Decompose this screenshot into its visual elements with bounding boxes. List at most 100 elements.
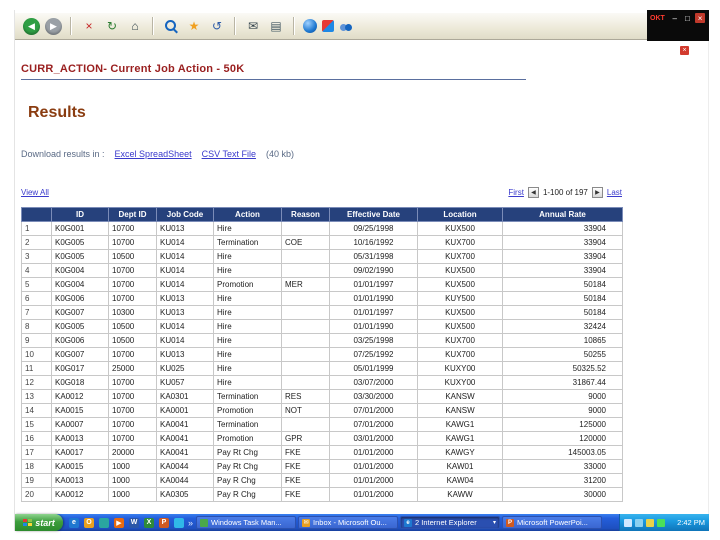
- cell-rate: 50184: [502, 305, 623, 320]
- row-number: 13: [21, 389, 52, 404]
- outlook-icon[interactable]: O: [84, 517, 94, 528]
- table-controls: View All First ◀ 1-100 of 197 ▶ Last: [21, 187, 622, 198]
- cell-date: 03/25/1998: [329, 333, 418, 348]
- row-number: 1: [21, 221, 52, 236]
- cell-reason: [281, 417, 330, 432]
- next-page-button[interactable]: ▶: [591, 187, 603, 198]
- last-page-link[interactable]: Last: [607, 188, 622, 197]
- cell-rate: 10865: [502, 333, 623, 348]
- print-icon[interactable]: ▤: [267, 17, 285, 35]
- red-close-icon[interactable]: ×: [680, 46, 689, 55]
- table-row: 19 KA0013 1000 KA0044 Pay R Chg FKE 01/01/2000…: [21, 473, 623, 488]
- row-number: 20: [21, 487, 52, 502]
- cell-id: K0G007: [51, 347, 109, 362]
- powerpoint-icon[interactable]: P: [159, 517, 169, 528]
- column-header-effective-date[interactable]: Effective Date: [329, 207, 418, 222]
- row-number: 8: [21, 319, 52, 334]
- media-player-icon[interactable]: ▶: [114, 517, 124, 528]
- history-icon[interactable]: ↺: [208, 17, 226, 35]
- restore-button[interactable]: □: [683, 13, 693, 23]
- cell-date: 01/01/1990: [329, 291, 418, 306]
- cell-reason: FKE: [281, 487, 330, 502]
- taskbar-button-2-internet-explorer[interactable]: e2 Internet Explorer ▾: [400, 516, 501, 529]
- home-icon[interactable]: ⌂: [126, 17, 144, 35]
- messenger-icon[interactable]: [322, 20, 334, 32]
- mail-icon[interactable]: ✉: [244, 17, 262, 35]
- refresh-icon[interactable]: ↻: [103, 17, 121, 35]
- cell-loc: KAWW: [417, 487, 503, 502]
- cell-job: KA0001: [156, 403, 214, 418]
- close-button[interactable]: ×: [695, 13, 705, 23]
- volume-icon[interactable]: [624, 518, 632, 527]
- cell-date: 03/01/2000: [329, 431, 418, 446]
- title-underline: [21, 79, 526, 80]
- row-number: 10: [21, 347, 52, 362]
- table-row: 20 KA0012 1000 KA0305 Pay R Chg FKE 01/01/2000…: [21, 487, 623, 502]
- favorites-icon[interactable]: ★: [185, 17, 203, 35]
- msn-icon[interactable]: [174, 517, 184, 528]
- messenger-tray-icon[interactable]: [657, 518, 665, 527]
- back-button[interactable]: ◀: [23, 17, 40, 35]
- view-all-link[interactable]: View All: [21, 188, 49, 197]
- cell-reason: [281, 305, 330, 320]
- search-icon[interactable]: [162, 17, 180, 35]
- cell-dept: 1000: [108, 487, 157, 502]
- row-number: 19: [21, 473, 52, 488]
- start-button[interactable]: start: [15, 514, 63, 531]
- excel-download-link[interactable]: Excel SpreadSheet: [115, 149, 192, 159]
- people-icon[interactable]: [339, 19, 355, 33]
- show-desktop-icon[interactable]: [99, 517, 109, 528]
- task-button-label: Windows Task Man...: [211, 518, 282, 527]
- cell-rate: 33904: [502, 249, 623, 264]
- minimize-button[interactable]: –: [670, 13, 680, 23]
- csv-download-link[interactable]: CSV Text File: [202, 149, 256, 159]
- cell-action: Pay Rt Chg: [213, 445, 282, 460]
- excel-icon[interactable]: X: [144, 517, 154, 528]
- globe-app-icon[interactable]: [303, 19, 317, 33]
- cell-reason: GPR: [281, 431, 330, 446]
- cell-id: KA0007: [51, 417, 109, 432]
- cell-loc: KUXY00: [417, 375, 503, 390]
- cell-loc: KAW04: [417, 473, 503, 488]
- cell-date: 09/25/1998: [329, 221, 418, 236]
- task-button-label: Microsoft PowerPoi...: [517, 518, 588, 527]
- cell-reason: [281, 319, 330, 334]
- cell-job: KU014: [156, 249, 214, 264]
- row-number: 3: [21, 249, 52, 264]
- cell-job: KU014: [156, 277, 214, 292]
- prev-page-button[interactable]: ◀: [527, 187, 539, 198]
- first-page-link[interactable]: First: [508, 188, 524, 197]
- column-header-annual-rate[interactable]: Annual Rate: [502, 207, 623, 222]
- column-header-id[interactable]: ID: [51, 207, 109, 222]
- network-icon[interactable]: [635, 518, 643, 527]
- column-header-location[interactable]: Location: [417, 207, 503, 222]
- row-number: 18: [21, 459, 52, 474]
- group-dropdown-icon[interactable]: ▾: [493, 519, 496, 526]
- column-header-action[interactable]: Action: [213, 207, 282, 222]
- taskbar-button-windows-task-man[interactable]: Windows Task Man...: [196, 516, 297, 529]
- row-number-header: [21, 207, 52, 222]
- quick-launch-overflow-chevron[interactable]: »: [188, 518, 193, 528]
- cell-dept: 10700: [108, 389, 157, 404]
- toolbar-separator: [293, 17, 295, 35]
- internet-explorer-icon[interactable]: e: [69, 517, 79, 528]
- taskbar-button-inbox-microsoft-ou[interactable]: ✉ Inbox - Microsoft Ou...: [298, 516, 399, 529]
- cell-action: Hire: [213, 305, 282, 320]
- start-label: start: [35, 517, 55, 528]
- row-number: 16: [21, 431, 52, 446]
- table-row: 15 KA0007 10700 KA0041 Termination 07/01/2000…: [21, 417, 623, 432]
- column-header-reason[interactable]: Reason: [281, 207, 330, 222]
- stop-icon[interactable]: ×: [80, 17, 98, 35]
- cell-reason: [281, 221, 330, 236]
- cell-loc: KUX700: [417, 333, 503, 348]
- column-header-dept-id[interactable]: Dept ID: [108, 207, 157, 222]
- forward-button[interactable]: ▶: [45, 17, 62, 35]
- antivirus-icon[interactable]: [646, 518, 654, 527]
- cell-date: 01/01/1997: [329, 305, 418, 320]
- cell-dept: 10700: [108, 417, 157, 432]
- taskbar-button-microsoft-powerpoi[interactable]: P Microsoft PowerPoi...: [502, 516, 603, 529]
- row-number: 7: [21, 305, 52, 320]
- cell-id: K0G018: [51, 375, 109, 390]
- word-icon[interactable]: W: [129, 517, 139, 528]
- column-header-job-code[interactable]: Job Code: [156, 207, 214, 222]
